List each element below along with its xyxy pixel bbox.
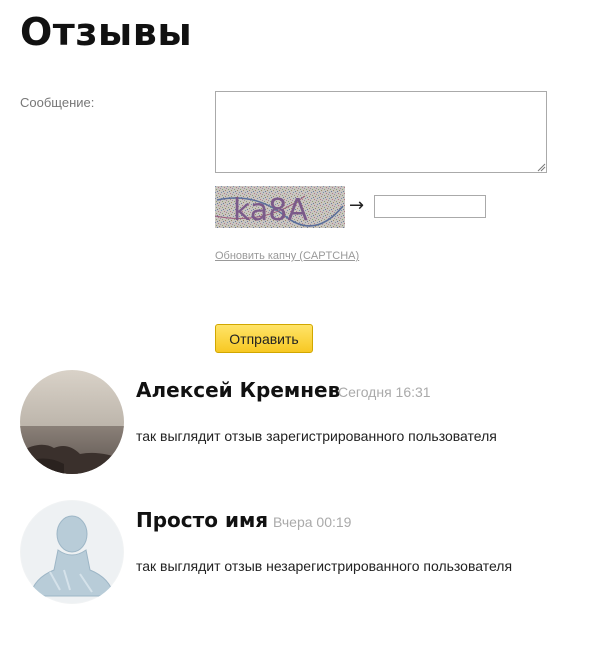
message-textarea[interactable] [215,91,547,173]
review-author: Алексей Кремнев [136,378,341,402]
captcha-text: ka8A [233,193,308,228]
refresh-captcha-link[interactable]: Обновить капчу (CAPTCHA) [215,250,359,262]
captcha-image: ka8A [215,186,345,228]
review-time: Сегодня 16:31 [338,384,431,400]
message-label: Сообщение: [20,95,95,110]
review-text: так выглядит отзыв зарегистрированного п… [136,428,497,444]
captcha-arrow: → [349,195,365,216]
captcha-input[interactable] [374,195,486,218]
submit-button[interactable]: Отправить [215,324,313,353]
seascape-photo-avatar-icon [20,370,124,474]
page-title: Отзывы [20,10,193,54]
review-author: Просто имя [136,508,269,532]
resize-grip-icon[interactable] [537,163,546,172]
review-time: Вчера 00:19 [273,514,352,530]
default-user-avatar-icon [20,500,124,604]
review-text: так выглядит отзыв незарегистрированного… [136,558,513,574]
